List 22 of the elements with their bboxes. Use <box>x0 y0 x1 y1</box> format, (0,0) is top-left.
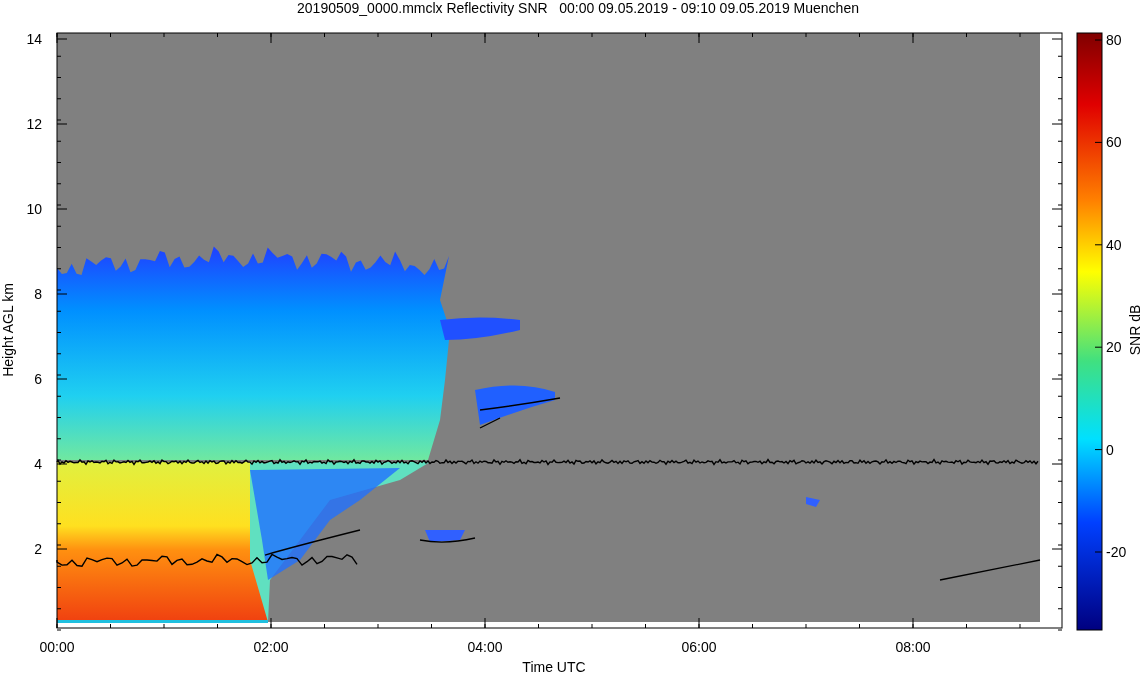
x-axis-label: Time UTC <box>522 659 586 675</box>
colorbar-tick-label: 20 <box>1106 339 1122 356</box>
colorbar-tick-label: 60 <box>1106 134 1122 151</box>
y-tick-label: 4 <box>34 456 42 472</box>
plot-title: 20190509_0000.mmclx Reflectivity SNR 00:00 09.05.2019 - 09:10 09.05.2019 Muenchen <box>297 0 859 16</box>
x-tick-label: 00:00 <box>39 639 75 655</box>
colorbar-tick-label: -20 <box>1106 544 1127 560</box>
x-tick-label: 08:00 <box>895 639 931 655</box>
y-tick-label: 6 <box>34 371 42 387</box>
x-tick-label: 04:00 <box>467 639 503 655</box>
colorbar-tick-label: 0 <box>1106 441 1114 458</box>
y-axis-label: Height AGL km <box>0 283 16 377</box>
colorbar-label: SNR dB <box>1127 304 1143 356</box>
y-tick-label: 12 <box>26 116 42 132</box>
y-tick-label: 2 <box>34 541 42 557</box>
colorbar-tick-label: 40 <box>1106 236 1122 253</box>
x-tick-label: 06:00 <box>681 639 717 655</box>
y-tick-label: 8 <box>34 286 42 302</box>
x-tick-label: 02:00 <box>253 639 289 655</box>
y-tick-label: 10 <box>26 201 42 217</box>
y-tick-label: 14 <box>26 31 42 47</box>
colorbar-tick-label: 80 <box>1106 32 1122 48</box>
